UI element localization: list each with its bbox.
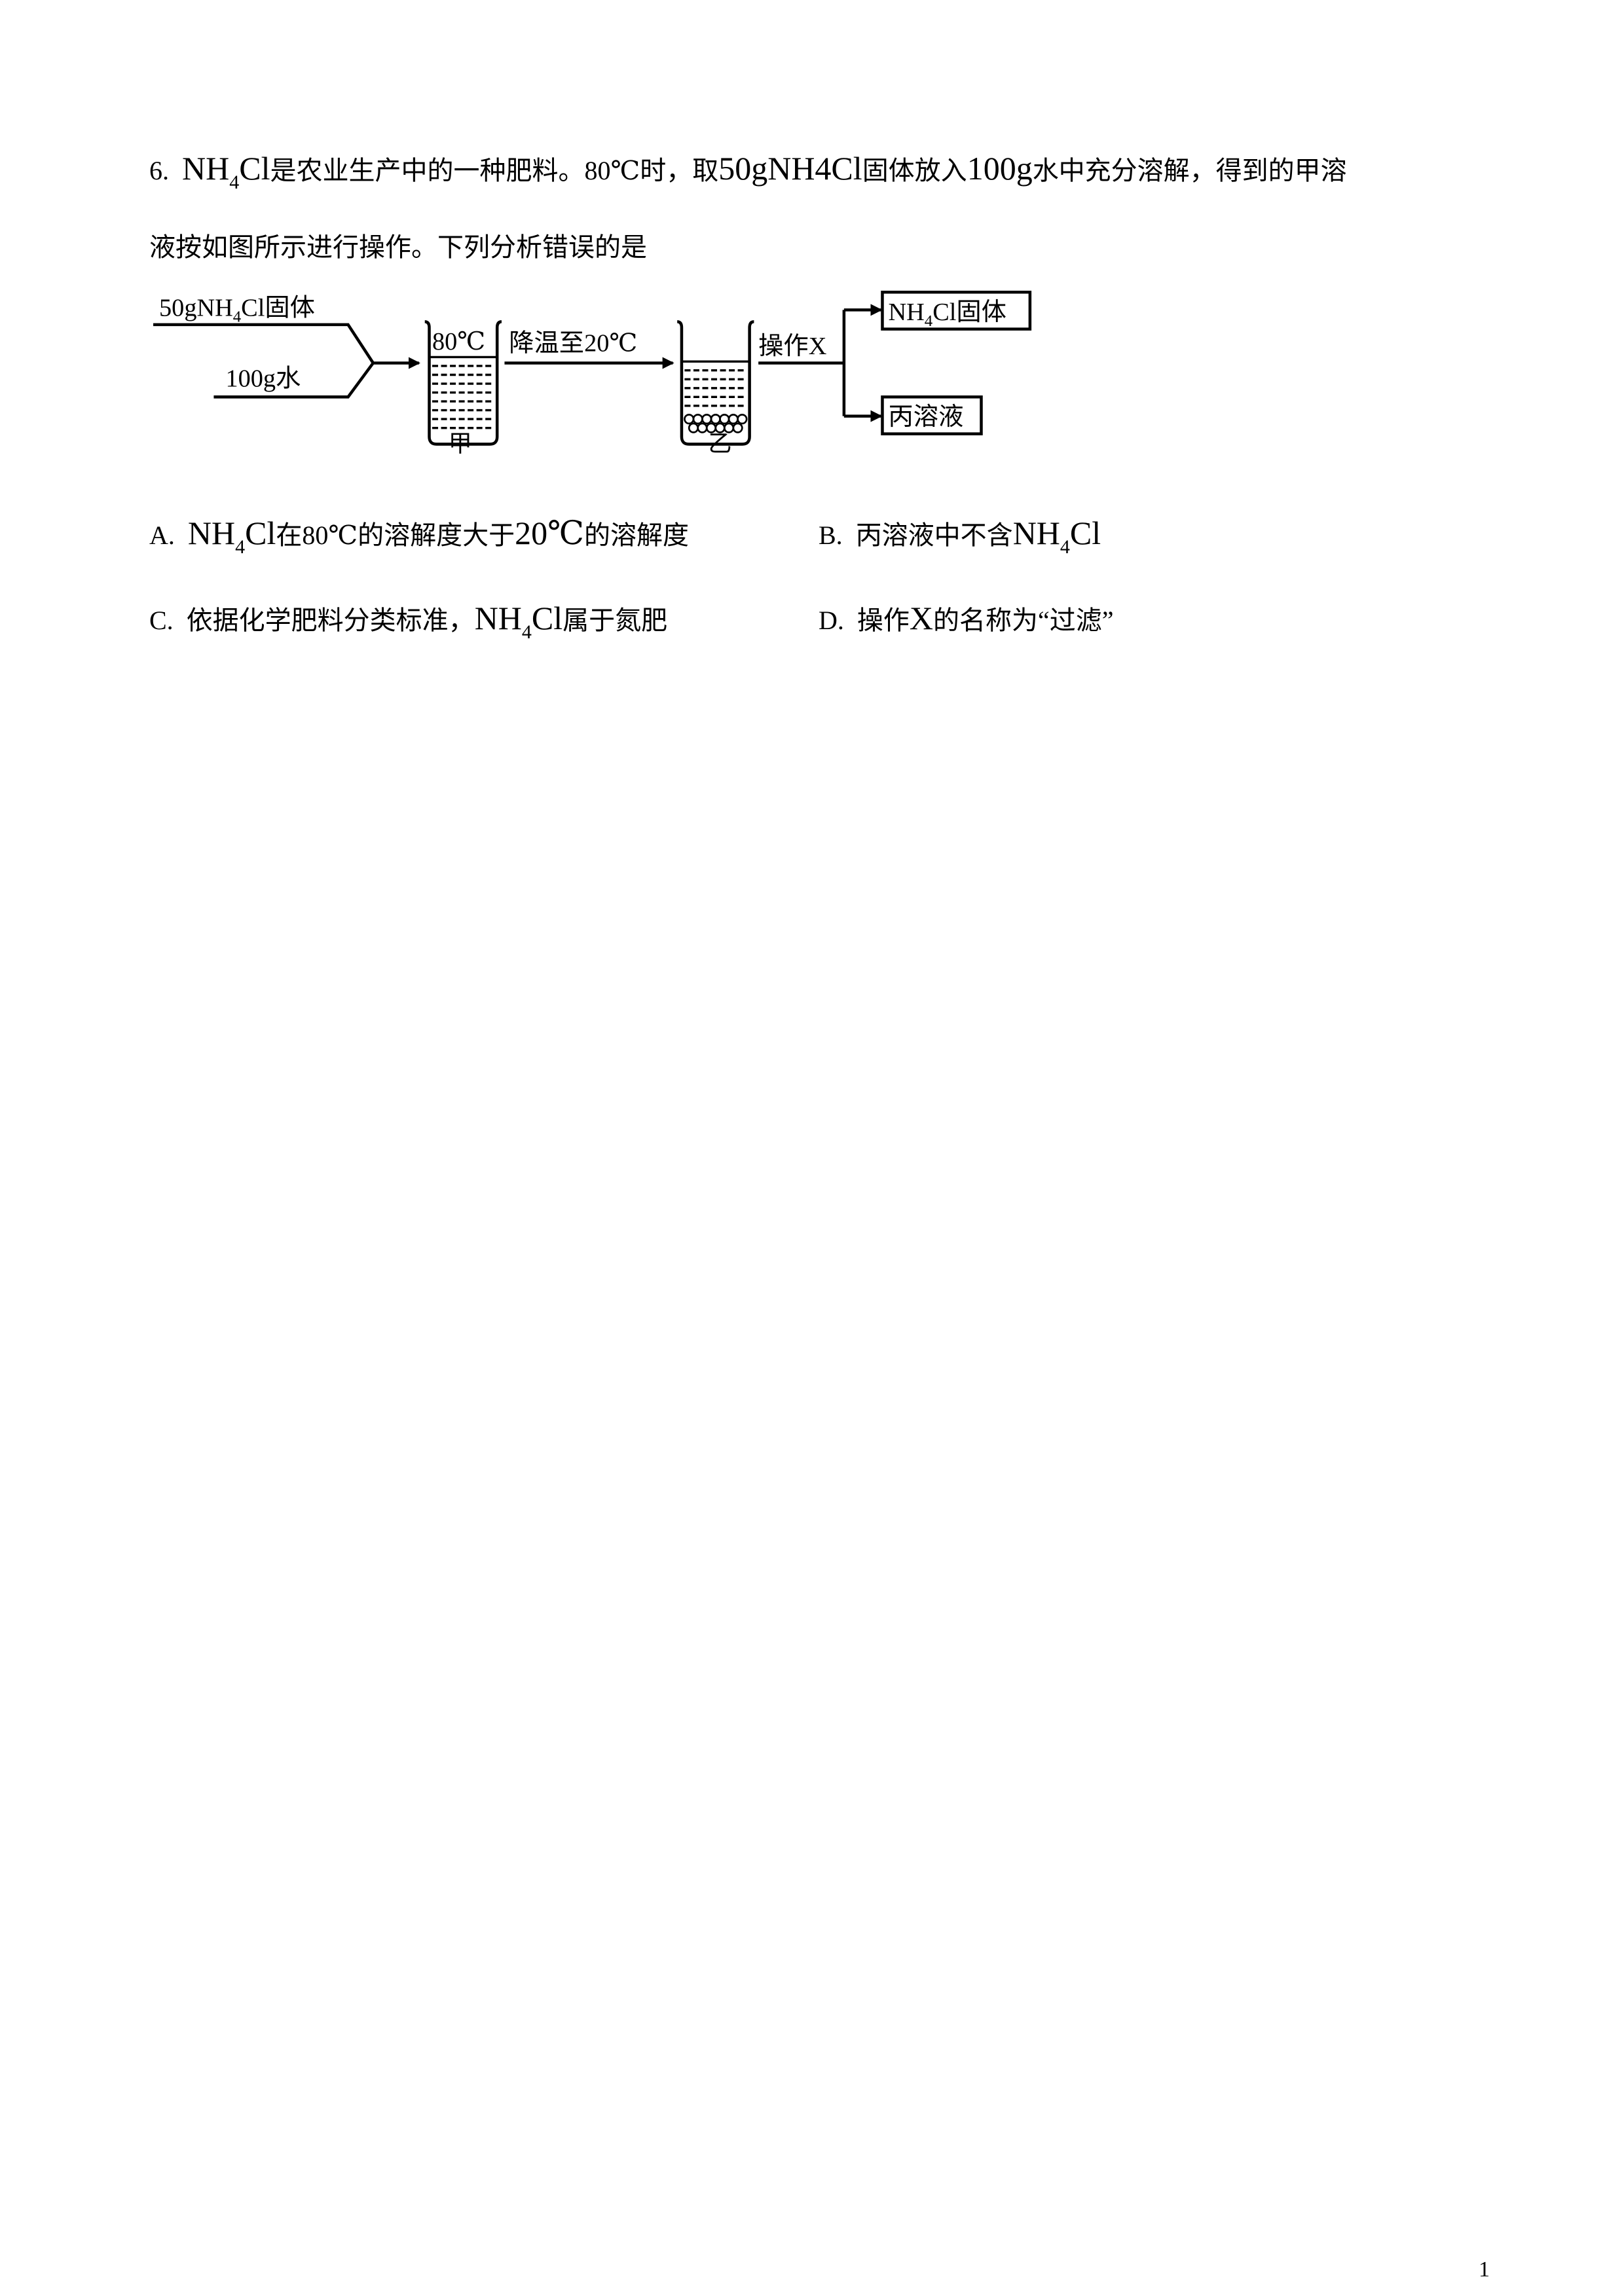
formula-nh4cl: NH4Cl: [474, 600, 563, 643]
output-solution-label: 丙溶液: [888, 403, 963, 431]
input-solid-label: 50gNH4Cl固体: [159, 294, 315, 325]
option-letter: B.: [819, 520, 843, 550]
question-number: 6.: [149, 156, 169, 185]
question-text: 水中充分溶解，得到的甲溶: [1032, 156, 1347, 185]
beaker-temp: 80℃: [432, 328, 485, 355]
option-text: 20℃: [515, 515, 585, 551]
option-text: 的名称为“过滤”: [933, 606, 1114, 635]
beaker-jia: 80℃: [424, 320, 502, 446]
option-text: 属于氮肥: [563, 606, 668, 635]
question-line-1: 6. NH4Cl是农业生产中的一种肥料。80℃时，取50gNH4Cl固体放入10…: [149, 149, 1347, 194]
option-text: X: [909, 600, 933, 636]
formula-nh4cl: NH4Cl: [1012, 515, 1101, 558]
cooling-step-label: 降温至20℃: [509, 329, 637, 357]
output-solid-label: NH4Cl固体: [888, 299, 1006, 330]
input-water-label: 100g水: [225, 365, 301, 393]
formula-nh4cl: NH4Cl: [187, 515, 276, 558]
question-text: 50gNH4Cl: [718, 150, 862, 187]
option-text: 操作: [857, 606, 910, 635]
option-text: 丙溶液中不含: [855, 520, 1013, 550]
option-d[interactable]: D. 操作X的名称为“过滤”: [819, 599, 1114, 637]
option-c[interactable]: C. 依据化学肥料分类标准，NH4Cl属于氮肥: [149, 599, 667, 644]
formula-nh4cl: NH4Cl: [182, 150, 270, 193]
process-diagram: 50gNH4Cl固体 100g水 80℃ 甲 降温至20℃ 乙 操作X NH4C…: [153, 291, 1032, 457]
option-letter: D.: [819, 606, 844, 635]
question-text: 固体放入: [862, 156, 967, 185]
option-a[interactable]: A. NH4Cl在80℃的溶解度大于20℃的溶解度: [149, 514, 689, 558]
document-page: 6. NH4Cl是农业生产中的一种肥料。80℃时，取50gNH4Cl固体放入10…: [0, 0, 1624, 2296]
option-letter: C.: [149, 606, 174, 635]
operation-x-label: 操作X: [758, 333, 826, 360]
question-line-2: 液按如图所示进行操作。下列分析错误的是: [149, 232, 647, 262]
option-text: 的溶解度: [584, 520, 690, 550]
beaker-yi: [676, 320, 754, 446]
question-text: 是农业生产中的一种肥料。80℃时，取: [270, 156, 719, 185]
option-text: 依据化学肥料分类标准，: [186, 606, 475, 635]
option-b[interactable]: B. 丙溶液中不含NH4Cl: [819, 514, 1101, 558]
option-letter: A.: [149, 520, 175, 550]
option-text: 在80℃的溶解度大于: [276, 520, 515, 550]
beaker-yi-label: 乙: [709, 431, 732, 457]
page-number: 1: [1479, 2257, 1490, 2282]
beaker-jia-label: 甲: [449, 431, 472, 457]
question-text: 100g: [967, 150, 1033, 187]
